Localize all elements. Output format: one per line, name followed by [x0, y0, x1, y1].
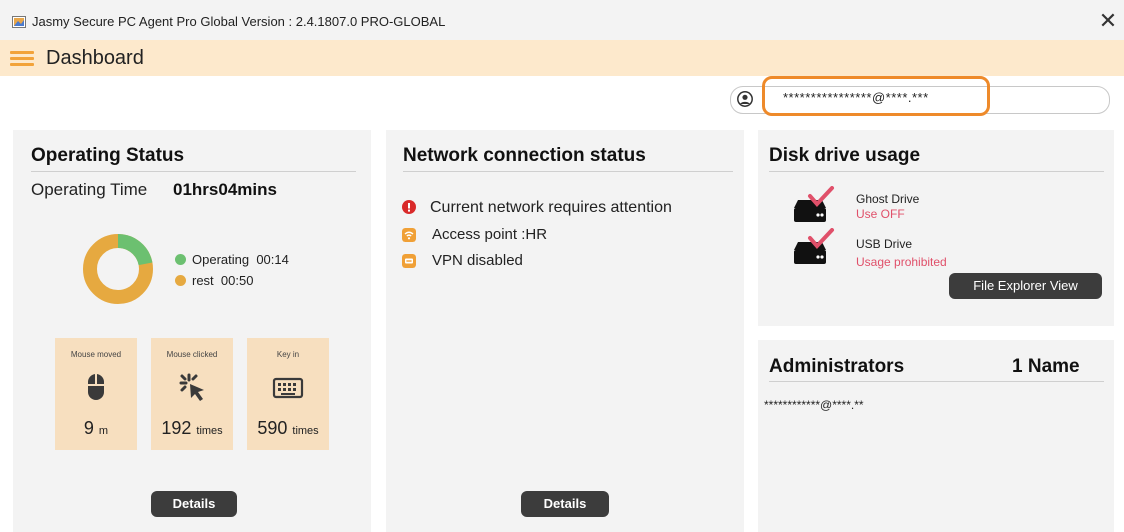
divider [769, 381, 1104, 382]
network-attention-text: Current network requires attention [430, 199, 672, 216]
vpn-status-text: VPN disabled [432, 252, 523, 269]
operating-time-value: 01hrs04mins [173, 180, 277, 199]
legend-operating-value: 00:14 [256, 252, 289, 267]
ghost-drive-status: Use OFF [856, 207, 905, 221]
legend-operating: Operating 00:14 [175, 252, 289, 267]
usb-drive-status: Usage prohibited [856, 255, 947, 269]
legend-rest-label: rest [192, 273, 214, 288]
page-title: Dashboard [46, 47, 144, 69]
stat-value-mouse-clicked: 192 times [151, 418, 233, 439]
network-details-button[interactable]: Details [521, 491, 609, 517]
vpn-icon [402, 254, 416, 268]
file-explorer-view-button[interactable]: File Explorer View [949, 273, 1102, 299]
mouse-icon [88, 374, 104, 400]
divider [403, 171, 733, 172]
stat-number: 590 [257, 418, 288, 438]
disk-usage-title: Disk drive usage [769, 145, 921, 166]
keyboard-icon [272, 377, 304, 399]
network-status-title: Network connection status [403, 145, 646, 166]
alert-icon [402, 200, 416, 214]
network-status-panel [386, 130, 744, 532]
stat-value-key-in: 590 times [247, 418, 329, 439]
administrator-email: ************@****.** [764, 398, 864, 412]
stat-label: Key in [276, 350, 300, 359]
divider [31, 171, 356, 172]
administrators-title: Administrators [769, 356, 905, 377]
operating-dot [175, 254, 186, 265]
close-icon[interactable]: ✕ [1096, 10, 1120, 34]
access-point-text: Access point :HR [432, 226, 548, 243]
stat-label: Mouse moved [70, 350, 122, 359]
stat-unit: times [196, 425, 223, 437]
administrators-count: 1 Name [1012, 356, 1080, 377]
operating-time-label: Operating Time [31, 180, 148, 199]
stat-number: 9 [83, 418, 94, 438]
rest-dot [175, 275, 186, 286]
stat-card-mouse-clicked: Mouse clicked 192 times [151, 338, 233, 450]
stat-card-key-in: Key in 590 times [247, 338, 329, 450]
stat-label: Mouse clicked [166, 350, 218, 359]
stat-unit: m [98, 425, 109, 437]
window-title: Jasmy Secure PC Agent Pro Global Version… [32, 14, 446, 29]
operating-status-title: Operating Status [31, 145, 185, 166]
divider [769, 171, 1104, 172]
operating-donut-chart [83, 234, 153, 304]
user-email: ****************@****.*** [783, 90, 929, 105]
legend-rest: rest 00:50 [175, 273, 253, 288]
usb-drive-name: USB Drive [856, 237, 913, 251]
dashboard-header: Dashboard [0, 40, 1124, 76]
click-icon [179, 373, 204, 401]
window-titlebar: Jasmy Secure PC Agent Pro Global Version… [0, 0, 1124, 40]
legend-operating-label: Operating [192, 252, 250, 267]
usb-drive-icon [794, 228, 834, 264]
ghost-drive-name: Ghost Drive [856, 192, 920, 206]
menu-icon[interactable] [10, 51, 34, 67]
user-icon [737, 91, 753, 107]
stat-unit: times [292, 425, 319, 437]
stat-number: 192 [161, 418, 192, 438]
ghost-drive-icon [794, 186, 834, 222]
stat-value-mouse-moved: 9 m [55, 418, 137, 439]
app-icon [12, 16, 26, 28]
stat-card-mouse-moved: Mouse moved 9 m [55, 338, 137, 450]
wifi-icon [402, 228, 416, 242]
legend-rest-value: 00:50 [220, 273, 254, 288]
operating-details-button[interactable]: Details [151, 491, 237, 517]
